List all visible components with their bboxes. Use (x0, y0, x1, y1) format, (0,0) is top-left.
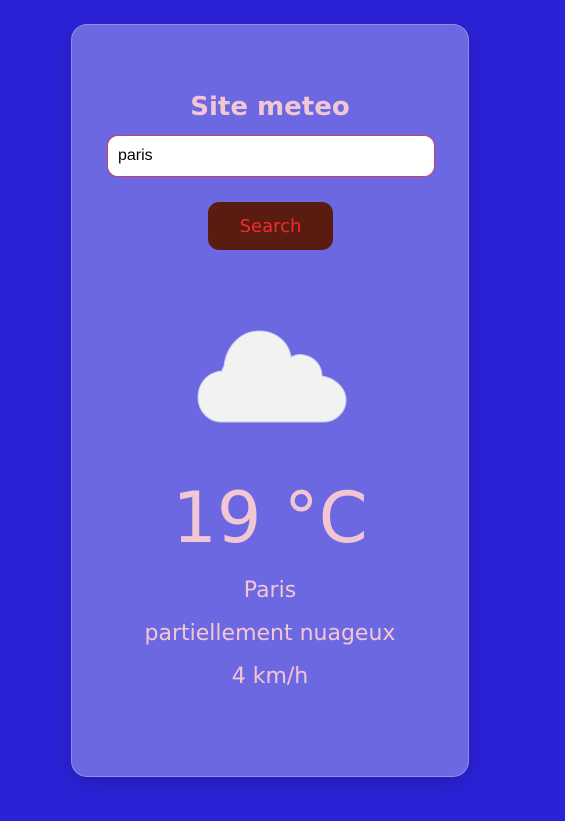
page-background: { "app": { "title": "Site meteo" }, "sea… (0, 0, 565, 821)
cloud-icon (197, 330, 347, 423)
weather-description: partiellement nuageux (144, 621, 396, 646)
page-title: Site meteo (190, 92, 350, 122)
city-name: Paris (243, 578, 297, 603)
temperature-value: 19 °C (172, 477, 368, 559)
wind-speed: 4 km/h (231, 664, 309, 689)
city-search-input[interactable] (107, 135, 435, 177)
search-button[interactable]: Search (208, 202, 333, 250)
